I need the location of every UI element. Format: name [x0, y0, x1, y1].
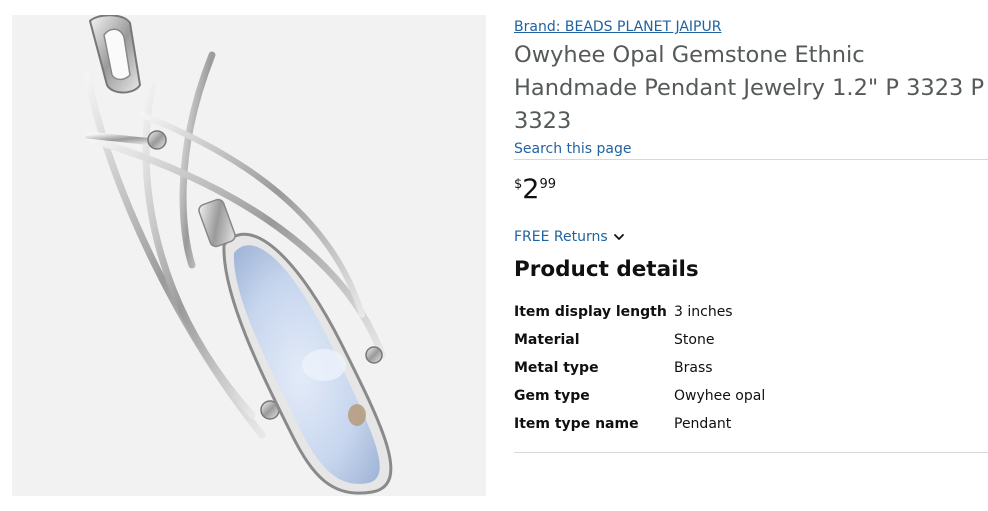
spec-value: Stone	[674, 332, 715, 348]
table-row: Gem type Owyhee opal	[514, 382, 765, 410]
product-page: Brand: BEADS PLANET JAIPUR Owyhee Opal G…	[0, 0, 988, 511]
brand-link[interactable]: Brand: BEADS PLANET JAIPUR	[514, 17, 721, 37]
price-fraction: 99	[539, 177, 557, 192]
price: $ 2 99	[514, 176, 988, 208]
table-row: Item display length 3 inches	[514, 298, 765, 326]
table-row: Material Stone	[514, 326, 765, 354]
spec-key: Item display length	[514, 304, 667, 320]
spec-key: Material	[514, 332, 580, 348]
product-info-panel: Brand: BEADS PLANET JAIPUR Owyhee Opal G…	[514, 16, 988, 453]
search-this-page-link[interactable]: Search this page	[514, 140, 632, 158]
free-returns-label: FREE Returns	[514, 229, 608, 245]
spec-value: 3 inches	[674, 304, 733, 320]
spec-value: Brass	[674, 360, 713, 376]
spec-value: Owyhee opal	[674, 388, 766, 404]
product-details-heading: Product details	[514, 257, 699, 282]
price-whole: 2	[522, 174, 540, 205]
table-row: Item type name Pendant	[514, 410, 765, 438]
product-image[interactable]	[12, 15, 486, 496]
price-symbol: $	[514, 177, 523, 192]
spec-key: Gem type	[514, 388, 590, 404]
product-title: Owyhee Opal Gemstone Ethnic Handmade Pen…	[514, 42, 985, 134]
spec-key: Item type name	[514, 416, 639, 432]
spec-value: Pendant	[674, 416, 732, 432]
pendant-image-icon	[12, 15, 486, 496]
divider	[514, 452, 988, 453]
chevron-down-icon	[613, 234, 624, 240]
free-returns-link[interactable]: FREE Returns	[514, 228, 625, 246]
divider	[514, 159, 988, 160]
spec-key: Metal type	[514, 360, 599, 376]
table-row: Metal type Brass	[514, 354, 765, 382]
product-details-table: Item display length 3 inches Material St…	[514, 298, 765, 438]
